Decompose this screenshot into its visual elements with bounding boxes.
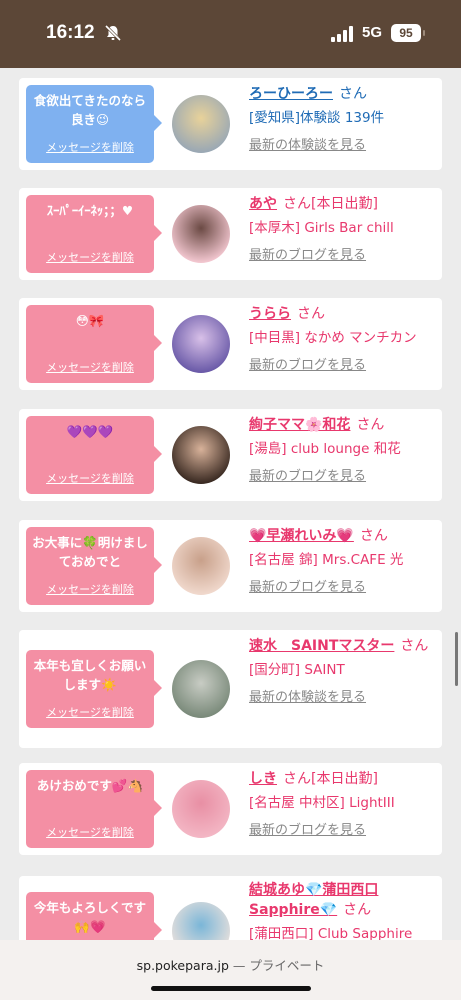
profile-name-link[interactable]: 絢子ママ🌸和花 <box>249 417 350 433</box>
delete-message-link[interactable]: メッセージを削除 <box>26 824 154 840</box>
message-text: 食欲出てきたのなら良き😉 <box>33 93 147 127</box>
name-line: 絢子ママ🌸和花 さん <box>249 415 439 435</box>
name-line: 💗早瀬れいみ💗 さん <box>249 526 439 546</box>
avatar[interactable] <box>172 205 230 263</box>
address-bar[interactable]: sp.pokepara.jp — プライベート <box>0 955 461 974</box>
honorific-text: さん[本日出勤] <box>283 771 378 787</box>
profile-name-link[interactable]: 💗早瀬れいみ💗 <box>249 528 354 544</box>
honorific-text: さん <box>339 86 367 102</box>
message-bubble: あけおめです💕🐴 メッセージを削除 <box>26 770 162 848</box>
name-line: しき さん[本日出勤] <box>249 769 439 789</box>
latest-posts-link[interactable]: 最新のブログを見る <box>249 819 439 838</box>
shop-text: [名古屋 錦] Mrs.CAFE 光 <box>249 552 404 568</box>
separator-text: — <box>232 958 246 973</box>
name-line: 速水 SAINTマスター さん <box>249 636 439 656</box>
battery-tip-icon <box>423 30 425 36</box>
message-bubble: 本年も宜しくお願いします☀️ メッセージを削除 <box>26 650 162 728</box>
message-bubble: 食欲出てきたのなら良き😉 メッセージを削除 <box>26 85 162 163</box>
shop-text: [本厚木] Girls Bar chill <box>249 220 394 236</box>
avatar[interactable] <box>172 95 230 153</box>
avatar[interactable] <box>172 315 230 373</box>
profile-info: うらら さん [中目黒] なかめ マンチカン 最新のブログを見る <box>249 304 439 373</box>
message-card: あけおめです💕🐴 メッセージを削除 しき さん[本日出勤] [名古屋 中村区] L… <box>19 763 442 855</box>
profile-info: ろーひーろー さん [愛知県]体験談 139件 最新の体験談を見る <box>249 84 439 153</box>
latest-posts-link[interactable]: 最新のブログを見る <box>249 576 439 595</box>
profile-name-link[interactable]: うらら <box>249 306 291 322</box>
profile-name-link[interactable]: あや <box>249 196 277 212</box>
profile-info: しき さん[本日出勤] [名古屋 中村区] LightIII 最新のブログを見る <box>249 769 439 838</box>
delete-message-link[interactable]: メッセージを削除 <box>26 581 154 597</box>
message-card: 😳🎀 メッセージを削除 うらら さん [中目黒] なかめ マンチカン 最新のブログ… <box>19 298 442 390</box>
message-card: 💜💜💜 メッセージを削除 絢子ママ🌸和花 さん [湯島] club lounge … <box>19 409 442 501</box>
message-text: 💜💜💜 <box>66 424 114 439</box>
profile-name-link[interactable]: しき <box>249 771 277 787</box>
latest-posts-link[interactable]: 最新のブログを見る <box>249 244 439 263</box>
delete-message-link[interactable]: メッセージを削除 <box>26 470 154 486</box>
honorific-text: さん <box>359 528 388 544</box>
cellular-signal-icon <box>331 26 353 42</box>
latest-posts-link[interactable]: 最新の体験談を見る <box>249 134 439 153</box>
private-mode-text: プライベート <box>249 958 325 973</box>
avatar[interactable] <box>172 660 230 718</box>
shop-text: [湯島] club lounge 和花 <box>249 441 401 457</box>
honorific-text: さん <box>297 306 325 322</box>
honorific-text: さん <box>356 417 385 433</box>
message-bubble: 😳🎀 メッセージを削除 <box>26 305 162 383</box>
honorific-text: さん <box>343 902 372 918</box>
delete-message-link[interactable]: メッセージを削除 <box>26 249 154 265</box>
latest-posts-link[interactable]: 最新のブログを見る <box>249 354 439 373</box>
delete-message-link[interactable]: メッセージを削除 <box>26 139 154 155</box>
profile-info: あや さん[本日出勤] [本厚木] Girls Bar chill 最新のブログを… <box>249 194 439 263</box>
profile-info: 速水 SAINTマスター さん [国分町] SAINT 最新の体験談を見る <box>249 636 439 705</box>
status-bar: 16:12 5G 95 <box>0 0 461 68</box>
status-time: 16:12 <box>46 22 95 43</box>
shop-text: [愛知県]体験談 139件 <box>249 110 385 126</box>
scrollbar[interactable] <box>455 632 458 686</box>
message-text: ｽｰﾊﾟｰｲｰﾈｯ；；♥ <box>46 203 134 218</box>
message-text: 今年もよろしくです🙌💗 <box>33 900 147 934</box>
battery-level: 95 <box>391 24 421 42</box>
bell-muted-icon <box>104 24 122 42</box>
profile-name-link[interactable]: 速水 SAINTマスター <box>249 638 394 654</box>
name-line: あや さん[本日出勤] <box>249 194 439 214</box>
avatar[interactable] <box>172 426 230 484</box>
message-text: あけおめです💕🐴 <box>36 778 144 793</box>
latest-posts-link[interactable]: 最新の体験談を見る <box>249 686 439 705</box>
delete-message-link[interactable]: メッセージを削除 <box>26 359 154 375</box>
honorific-text: さん <box>400 638 429 654</box>
delete-message-link[interactable]: メッセージを削除 <box>26 704 154 720</box>
network-type: 5G <box>362 24 383 41</box>
profile-info: 絢子ママ🌸和花 さん [湯島] club lounge 和花 最新のブログを見る <box>249 415 439 484</box>
message-card: ｽｰﾊﾟｰｲｰﾈｯ；；♥ メッセージを削除 あや さん[本日出勤] [本厚木] G… <box>19 188 442 280</box>
message-card: お大事に🍀明けましておめでと メッセージを削除 💗早瀬れいみ💗 さん [名古屋 錦… <box>19 520 442 612</box>
shop-text: [名古屋 中村区] LightIII <box>249 795 395 811</box>
message-card: 本年も宜しくお願いします☀️ メッセージを削除 速水 SAINTマスター さん [… <box>19 630 442 748</box>
browser-footer: sp.pokepara.jp — プライベート <box>0 940 461 1000</box>
home-indicator[interactable] <box>151 986 311 991</box>
message-card: 食欲出てきたのなら良き😉 メッセージを削除 ろーひーろー さん [愛知県]体験談 … <box>19 78 442 170</box>
message-text: 😳🎀 <box>75 313 105 328</box>
avatar[interactable] <box>172 537 230 595</box>
name-line: ろーひーろー さん <box>249 84 439 104</box>
shop-text: [国分町] SAINT <box>249 662 345 678</box>
name-line: うらら さん <box>249 304 439 324</box>
message-text: お大事に🍀明けましておめでと <box>32 535 148 569</box>
latest-posts-link[interactable]: 最新のブログを見る <box>249 465 439 484</box>
honorific-text: さん[本日出勤] <box>283 196 378 212</box>
shop-text: [中目黒] なかめ マンチカン <box>249 330 417 346</box>
message-bubble: お大事に🍀明けましておめでと メッセージを削除 <box>26 527 162 605</box>
domain-text: sp.pokepara.jp <box>136 958 229 973</box>
avatar[interactable] <box>172 780 230 838</box>
message-bubble: 💜💜💜 メッセージを削除 <box>26 416 162 494</box>
profile-info: 💗早瀬れいみ💗 さん [名古屋 錦] Mrs.CAFE 光 最新のブログを見る <box>249 526 439 595</box>
name-line: 結城あゆ💎蒲田西口Sapphire💎 さん <box>249 880 439 920</box>
message-bubble: ｽｰﾊﾟｰｲｰﾈｯ；；♥ メッセージを削除 <box>26 195 162 273</box>
message-text: 本年も宜しくお願いします☀️ <box>33 658 147 692</box>
profile-name-link[interactable]: ろーひーろー <box>249 86 333 102</box>
